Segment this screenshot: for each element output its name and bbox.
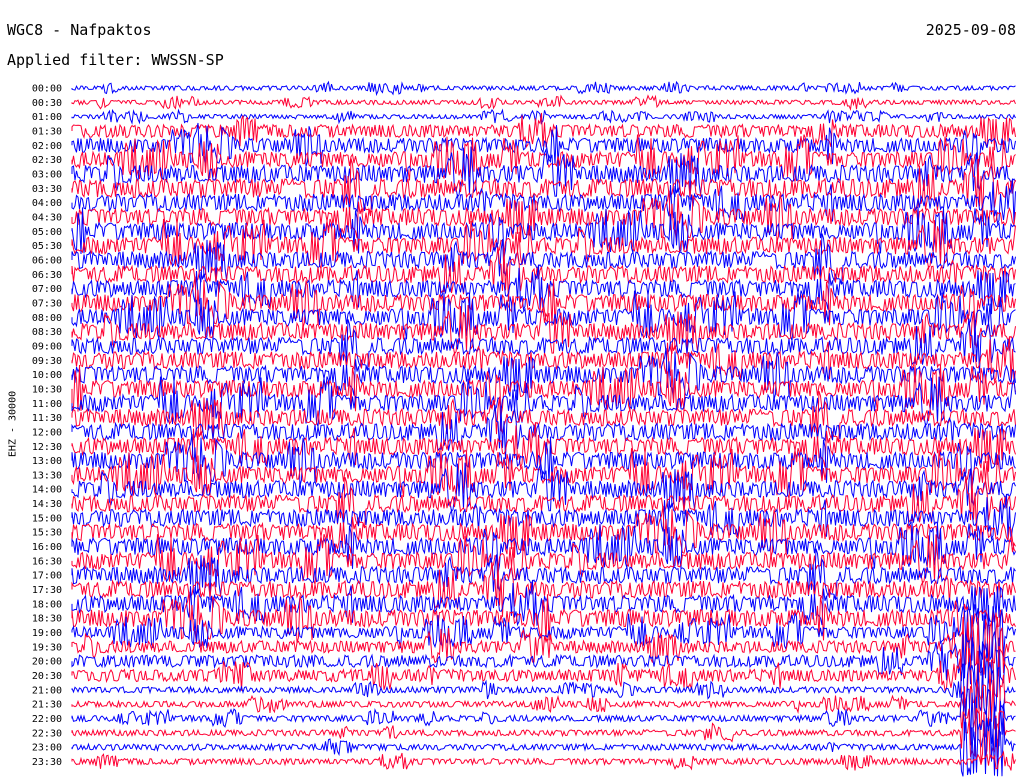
trace-line [71,688,1016,748]
time-tick-label: 22:00 [32,714,62,725]
time-tick-label: 21:30 [32,700,62,711]
time-tick-label: 00:00 [32,84,62,95]
time-tick-label: 09:00 [32,341,62,352]
time-tick-label: 07:30 [32,298,62,309]
trace-line [71,616,1016,677]
time-tick-label: 14:00 [32,485,62,496]
trace-line [71,708,1016,763]
time-tick-label: 02:30 [32,155,62,166]
time-tick-label: 16:30 [32,556,62,567]
time-tick-label: 08:30 [32,327,62,338]
time-tick-label: 00:30 [32,98,62,109]
time-tick-label: 17:30 [32,585,62,596]
trace-line [71,80,1016,97]
time-tick-label: 06:00 [32,255,62,266]
time-tick-label: 11:00 [32,399,62,410]
time-tick-label: 12:30 [32,442,62,453]
time-tick-label: 03:30 [32,184,62,195]
time-tick-label: 15:30 [32,528,62,539]
time-tick-label: 10:00 [32,370,62,381]
time-tick-label: 07:00 [32,284,62,295]
trace-line [71,108,1016,125]
time-tick-label: 13:30 [32,470,62,481]
helicorder-plot: 00:00 00:30 01:00 01:30 02:00 02:30 03:00 03:30… [32,80,1016,777]
time-tick-label: 13:00 [32,456,62,467]
time-tick-label: 15:00 [32,513,62,524]
time-tick-label: 06:30 [32,270,62,281]
trace-line [71,462,1016,515]
time-tick-label: 21:00 [32,685,62,696]
time-tick-label: 05:30 [32,241,62,252]
time-tick-label: 14:30 [32,499,62,510]
time-tick-label: 20:00 [32,657,62,668]
time-tick-label: 20:30 [32,671,62,682]
time-tick-label: 16:00 [32,542,62,553]
trace-line [71,94,1016,111]
trace-line [71,247,1016,302]
time-tick-label: 17:00 [32,571,62,582]
time-tick-label: 09:30 [32,356,62,367]
trace-line [71,717,1016,777]
time-tick-label: 12:00 [32,427,62,438]
time-tick-label: 19:00 [32,628,62,639]
time-tick-label: 04:00 [32,198,62,209]
time-tick-label: 01:00 [32,112,62,123]
time-tick-label: 18:00 [32,599,62,610]
trace-line [71,750,1016,771]
trace-line [71,645,1016,707]
time-tick-label: 02:00 [32,141,62,152]
time-tick-label: 18:30 [32,614,62,625]
time-tick-label: 10:30 [32,384,62,395]
time-tick-label: 22:30 [32,728,62,739]
time-tick-label: 03:00 [32,169,62,180]
time-tick-label: 23:30 [32,757,62,768]
time-tick-label: 19:30 [32,642,62,653]
time-tick-label: 11:30 [32,413,62,424]
time-tick-label: 08:00 [32,313,62,324]
time-tick-label: 23:00 [32,743,62,754]
time-tick-label: 05:00 [32,227,62,238]
time-tick-label: 04:30 [32,212,62,223]
time-tick-label: 01:30 [32,126,62,137]
